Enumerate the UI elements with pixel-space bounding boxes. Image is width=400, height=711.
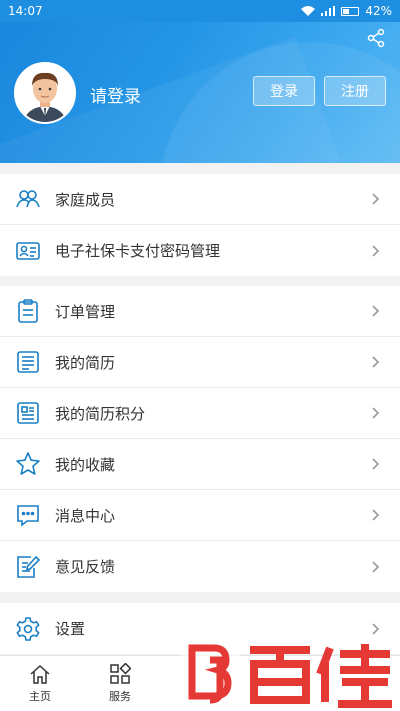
star-icon (14, 450, 42, 478)
menu-item-orders[interactable]: 订单管理 (0, 286, 400, 337)
status-time: 14:07 (8, 4, 43, 18)
chevron-right-icon (372, 458, 380, 470)
tab-label: 服务 (109, 690, 131, 703)
menu-item-family[interactable]: 家庭成员 (0, 174, 400, 225)
menu-item-resume[interactable]: 我的简历 (0, 337, 400, 388)
menu-item-label: 消息中心 (55, 506, 116, 525)
menu-item-label: 订单管理 (55, 302, 116, 321)
watermark-logo (180, 638, 392, 708)
chevron-right-icon (372, 356, 380, 368)
battery-percent: 42% (365, 4, 392, 18)
gear-icon (14, 615, 42, 643)
feedback-icon (14, 553, 42, 581)
tab-services[interactable]: 服务 (80, 656, 160, 711)
menu-group-account: 家庭成员 电子社保卡支付密码管理 (0, 174, 400, 276)
chevron-right-icon (372, 193, 380, 205)
avatar-icon (16, 64, 74, 122)
home-icon (30, 664, 50, 684)
menu-item-feedback[interactable]: 意见反馈 (0, 541, 400, 592)
profile-header: 请登录 登录 注册 (0, 22, 400, 163)
message-icon (14, 501, 42, 529)
menu-item-label: 电子社保卡支付密码管理 (55, 242, 221, 260)
menu-item-payment-password[interactable]: 电子社保卡支付密码管理 (0, 225, 400, 276)
login-button[interactable]: 登录 (253, 76, 315, 106)
chevron-right-icon (372, 244, 380, 257)
chevron-right-icon (372, 407, 380, 419)
menu-item-label: 我的收藏 (55, 455, 116, 474)
id-card-icon (14, 237, 42, 265)
signal-icon (321, 6, 336, 16)
register-button[interactable]: 注册 (324, 76, 386, 106)
menu-item-label: 我的简历积分 (55, 404, 146, 423)
document-points-icon (14, 399, 42, 427)
battery-icon (341, 6, 360, 16)
clipboard-icon (14, 297, 42, 325)
menu-item-messages[interactable]: 消息中心 (0, 490, 400, 541)
grid-icon (110, 663, 131, 684)
menu-item-resume-points[interactable]: 我的简历积分 (0, 388, 400, 439)
login-hint[interactable]: 请登录 (90, 82, 141, 107)
menu-item-label: 家庭成员 (55, 190, 116, 209)
family-icon (14, 185, 42, 213)
menu-group-services: 订单管理 我的简历 我的简历积分 我的收藏 消息中心 意见反馈 (0, 286, 400, 592)
chevron-right-icon (372, 560, 380, 573)
menu-item-favorites[interactable]: 我的收藏 (0, 439, 400, 490)
chevron-right-icon (372, 509, 380, 521)
tab-label: 主页 (29, 690, 51, 703)
chevron-right-icon (372, 305, 380, 317)
status-icons: 42% (301, 4, 392, 18)
wifi-icon (301, 6, 316, 16)
status-bar: 14:07 42% (0, 0, 400, 22)
document-icon (14, 348, 42, 376)
avatar[interactable] (14, 62, 76, 124)
menu-item-label: 意见反馈 (55, 558, 116, 576)
tab-home[interactable]: 主页 (0, 656, 80, 711)
share-icon[interactable] (366, 28, 386, 48)
menu-item-label: 我的简历 (55, 353, 116, 372)
